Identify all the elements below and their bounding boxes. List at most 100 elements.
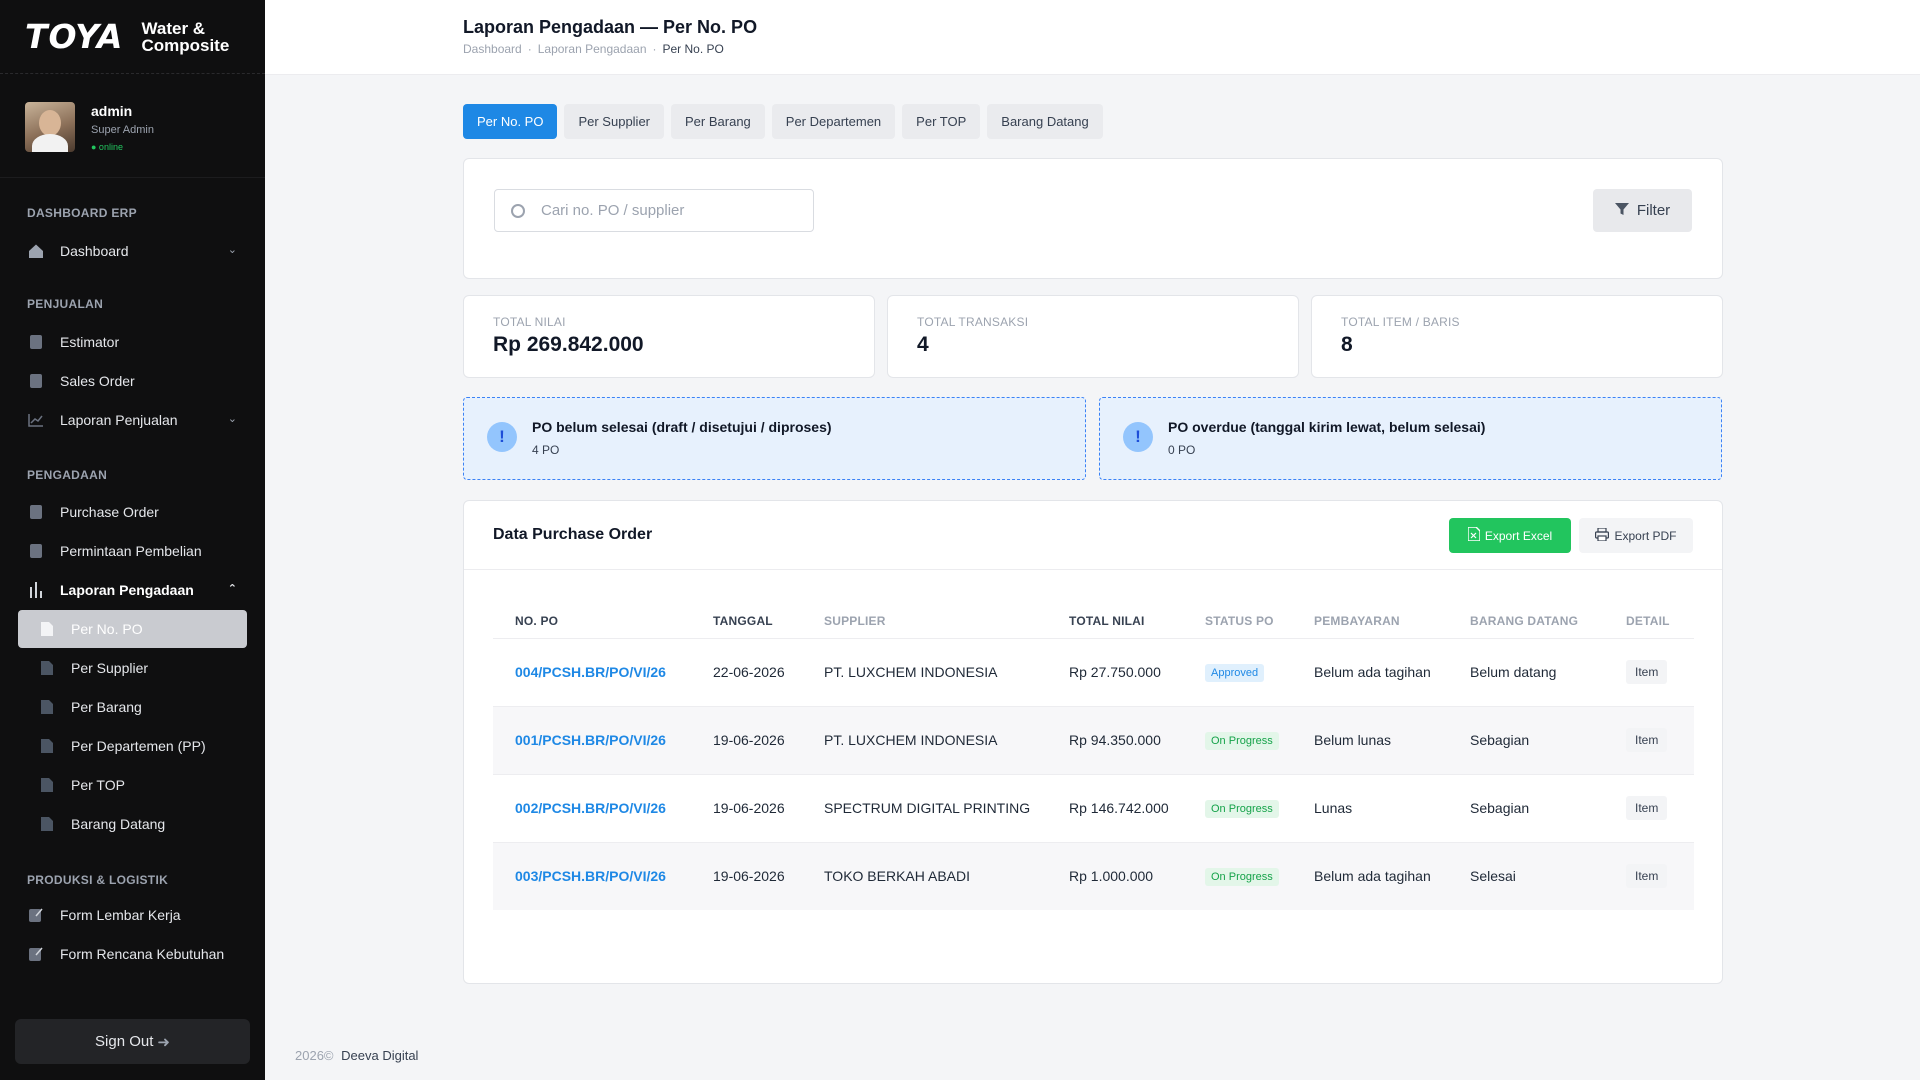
- stat-card-total-item: TOTAL ITEM / BARIS 8: [1311, 295, 1723, 378]
- sidebar-item-per-departemen[interactable]: Per Departemen (PP): [18, 727, 247, 765]
- breadcrumb-item-laporan[interactable]: Laporan Pengadaan: [538, 42, 647, 56]
- stat-label: TOTAL NILAI: [493, 315, 566, 329]
- sidebar: TOYA Water & Composite admin Super Admin…: [0, 0, 265, 1080]
- nav-section-penjualan: PENJUALAN: [27, 297, 104, 311]
- avatar: [25, 102, 75, 152]
- sidebar-item-laporan-pengadaan[interactable]: Laporan Pengadaan ⌃: [18, 571, 247, 609]
- report-tabs: Per No. PO Per Supplier Per Barang Per D…: [463, 104, 1103, 139]
- search-field[interactable]: [494, 189, 814, 232]
- search-icon: [511, 203, 525, 218]
- table-row: 002/PCSH.BR/PO/VI/26 19-06-2026 SPECTRUM…: [493, 773, 1694, 842]
- sidebar-item-label: Dashboard: [60, 243, 129, 259]
- chevron-up-icon: ⌃: [227, 583, 237, 595]
- chart-line-icon: [27, 411, 45, 429]
- cell-total-nilai: Rp 27.750.000: [1047, 637, 1183, 706]
- column-header-barang-datang[interactable]: BARANG DATANG: [1448, 604, 1604, 638]
- status-badge: On Progress: [1205, 867, 1279, 886]
- cell-total-nilai: Rp 94.350.000: [1047, 705, 1183, 774]
- sidebar-item-barang-datang[interactable]: Barang Datang: [18, 805, 247, 843]
- export-excel-button[interactable]: Export Excel: [1449, 518, 1571, 553]
- breadcrumb-item-dashboard[interactable]: Dashboard: [463, 42, 522, 56]
- column-header-no-po[interactable]: NO. PO: [493, 604, 691, 638]
- printer-icon: [1595, 526, 1610, 544]
- sidebar-item-sales-order[interactable]: Sales Order: [18, 362, 247, 400]
- sidebar-item-label: Estimator: [60, 334, 120, 350]
- stat-card-total-transaksi: TOTAL TRANSAKSI 4: [887, 295, 1299, 378]
- tab-per-barang[interactable]: Per Barang: [671, 104, 765, 139]
- sidebar-item-per-top[interactable]: Per TOP: [18, 766, 247, 804]
- sidebar-item-label: Purchase Order: [60, 504, 159, 520]
- cell-tanggal: 19-06-2026: [691, 773, 802, 842]
- sidebar-item-per-no-po[interactable]: Per No. PO: [18, 610, 247, 648]
- tab-per-supplier[interactable]: Per Supplier: [564, 104, 665, 139]
- sidebar-item-purchase-order[interactable]: Purchase Order: [18, 493, 247, 531]
- footer-company-link[interactable]: Deeva Digital: [341, 1048, 418, 1063]
- doc-icon: [27, 333, 45, 351]
- doc-icon: [27, 503, 45, 521]
- sidebar-item-form-rencana-kebutuhan[interactable]: Form Rencana Kebutuhan: [18, 935, 247, 973]
- brand[interactable]: TOYA Water & Composite: [0, 0, 265, 74]
- tab-per-departemen[interactable]: Per Departemen: [771, 104, 896, 139]
- doc-icon: [27, 542, 45, 560]
- item-detail-button[interactable]: Item: [1626, 796, 1668, 820]
- sidebar-item-label: Per TOP: [71, 777, 125, 793]
- column-header-pembayaran[interactable]: PEMBAYARAN: [1292, 604, 1448, 638]
- sidebar-item-dashboard[interactable]: Dashboard ⌄: [18, 232, 247, 270]
- cell-status: On Progress: [1183, 705, 1292, 774]
- po-number-link[interactable]: 003/PCSH.BR/PO/VI/26: [493, 841, 691, 910]
- sidebar-item-permintaan-pembelian[interactable]: Permintaan Pembelian: [18, 532, 247, 570]
- breadcrumb-item-current: Per No. PO: [662, 42, 724, 56]
- sidebar-item-laporan-penjualan[interactable]: Laporan Penjualan ⌄: [18, 401, 247, 439]
- sign-out-button[interactable]: Sign Out ➜: [15, 1019, 250, 1064]
- cell-detail: Item: [1604, 637, 1694, 706]
- file-icon: [38, 698, 56, 716]
- cell-detail: Item: [1604, 841, 1694, 910]
- sidebar-item-label: Form Rencana Kebutuhan: [60, 946, 225, 962]
- table-row: 001/PCSH.BR/PO/VI/26 19-06-2026 PT. LUXC…: [493, 705, 1694, 774]
- sidebar-item-per-barang[interactable]: Per Barang: [18, 688, 247, 726]
- cell-tanggal: 22-06-2026: [691, 637, 802, 706]
- breadcrumb-separator: ·: [652, 42, 657, 56]
- sidebar-item-per-supplier[interactable]: Per Supplier: [18, 649, 247, 687]
- cell-barang-datang: Belum datang: [1448, 637, 1604, 706]
- cell-barang-datang: Selesai: [1448, 841, 1604, 910]
- item-detail-button[interactable]: Item: [1626, 864, 1668, 889]
- tab-per-top[interactable]: Per TOP: [902, 104, 981, 139]
- item-detail-button[interactable]: Item: [1626, 728, 1668, 752]
- exclamation-icon: !: [1123, 422, 1153, 452]
- search-input[interactable]: [541, 202, 791, 219]
- excel-icon: [1467, 526, 1481, 544]
- alert-title: PO belum selesai (draft / disetujui / di…: [532, 419, 832, 435]
- sign-out-label: Sign Out: [95, 1033, 154, 1050]
- nav-section-produksi: PRODUKSI & LOGISTIK: [27, 873, 169, 887]
- sidebar-item-label: Barang Datang: [71, 816, 166, 832]
- tab-barang-datang[interactable]: Barang Datang: [987, 104, 1103, 139]
- po-number-link[interactable]: 002/PCSH.BR/PO/VI/26: [493, 773, 691, 842]
- chevron-down-icon: ⌄: [227, 244, 237, 256]
- column-header-tanggal[interactable]: TANGGAL: [691, 604, 802, 638]
- cell-total-nilai: Rp 1.000.000: [1047, 841, 1183, 910]
- export-pdf-button[interactable]: Export PDF: [1579, 518, 1693, 553]
- cell-supplier: PT. LUXCHEM INDONESIA: [802, 705, 1047, 774]
- cell-pembayaran: Belum ada tagihan: [1292, 841, 1448, 910]
- export-pdf-label: Export PDF: [1614, 528, 1677, 543]
- sidebar-item-form-lembar-kerja[interactable]: Form Lembar Kerja: [18, 896, 247, 934]
- alert-po-overdue: ! PO overdue (tanggal kirim lewat, belum…: [1099, 397, 1722, 480]
- column-header-status-po[interactable]: STATUS PO: [1183, 604, 1292, 638]
- column-header-supplier[interactable]: SUPPLIER: [802, 604, 1047, 638]
- brand-logo: TOYA: [25, 17, 124, 56]
- cell-tanggal: 19-06-2026: [691, 841, 802, 910]
- sidebar-item-label: Laporan Pengadaan: [60, 582, 194, 598]
- file-icon: [38, 620, 56, 638]
- stat-value: 8: [1341, 333, 1353, 356]
- po-number-link[interactable]: 004/PCSH.BR/PO/VI/26: [493, 637, 691, 706]
- tab-per-no-po[interactable]: Per No. PO: [463, 104, 558, 139]
- column-header-total-nilai[interactable]: TOTAL NILAI: [1047, 604, 1183, 638]
- filter-button[interactable]: Filter: [1593, 189, 1692, 232]
- status-badge: On Progress: [1205, 799, 1279, 818]
- item-detail-button[interactable]: Item: [1626, 660, 1668, 684]
- po-number-link[interactable]: 001/PCSH.BR/PO/VI/26: [493, 705, 691, 774]
- cell-total-nilai: Rp 146.742.000: [1047, 773, 1183, 842]
- sidebar-item-estimator[interactable]: Estimator: [18, 323, 247, 361]
- cell-status: On Progress: [1183, 841, 1292, 910]
